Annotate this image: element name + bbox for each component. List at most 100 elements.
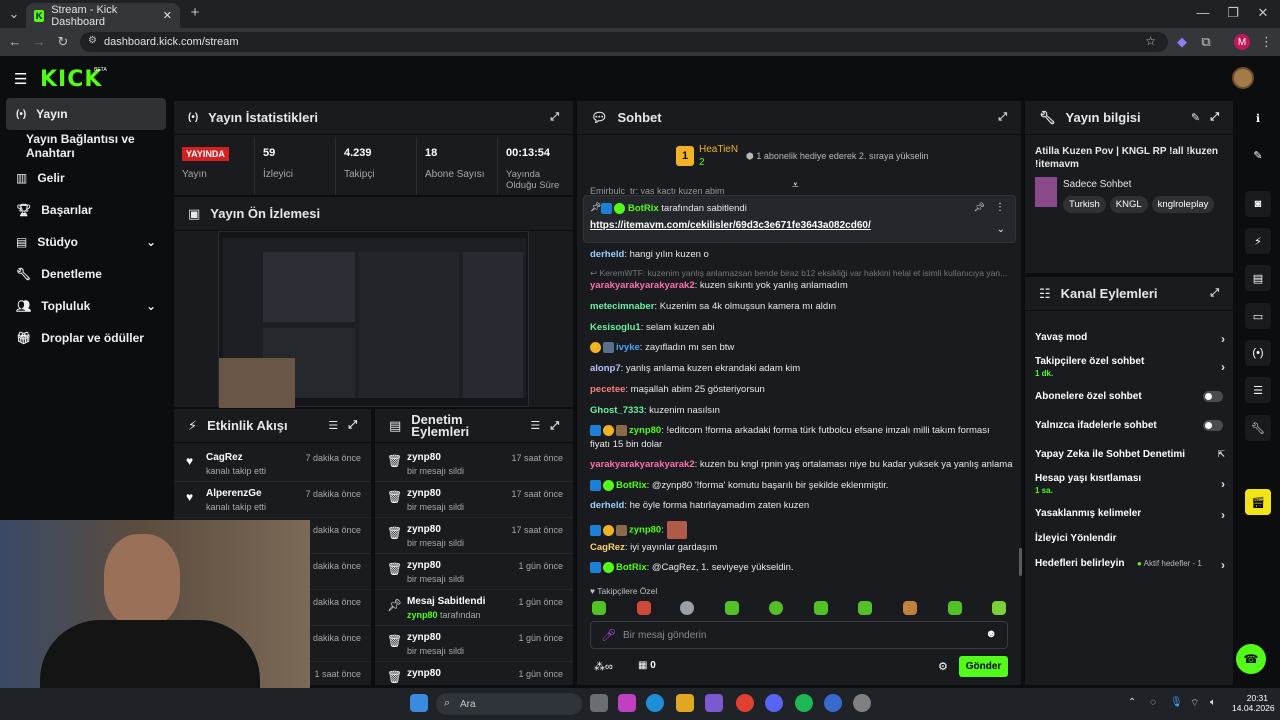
slow-mode-row[interactable]: Yavaş mod › bbox=[1035, 332, 1225, 346]
sidebar-item-stream-key[interactable]: Yayın Bağlantısı ve Anahtarı bbox=[6, 130, 166, 162]
task-view-icon[interactable] bbox=[590, 694, 608, 712]
microphone-icon[interactable]: 🎤︎ bbox=[601, 628, 616, 642]
unpin-icon[interactable]: 📌︎ bbox=[974, 202, 985, 213]
preview-video[interactable] bbox=[218, 231, 529, 408]
emote-button[interactable] bbox=[992, 601, 1006, 615]
tab-search-icon[interactable]: ⌄ bbox=[8, 7, 20, 21]
chat-message[interactable]: alonp7: yanlış anlama kuzen ekrandaki ad… bbox=[590, 363, 800, 374]
chat-message[interactable]: yarakyarakyarakyarak2: kuzen bu kngl rpn… bbox=[590, 459, 1013, 470]
expand-icon[interactable]: ⤢ bbox=[998, 111, 1007, 124]
tag[interactable]: knglroleplay bbox=[1151, 196, 1215, 213]
emote-button[interactable] bbox=[725, 601, 739, 615]
chat-message[interactable]: BotRix: @CagRez, 1. seviyeye yükseldin. bbox=[590, 562, 794, 573]
camera-focus-icon[interactable]: ◙ bbox=[1245, 191, 1271, 217]
minimize-icon[interactable]: — bbox=[1196, 6, 1210, 20]
sidebar-item-moderation[interactable]: 🔧︎ Denetleme bbox=[6, 258, 166, 290]
chat-user[interactable]: yarakyarakyarakyarak2 bbox=[590, 280, 695, 291]
chat-user[interactable]: CagRez bbox=[590, 542, 625, 553]
chat-message[interactable]: BotRix: @zynp80 '!forma' komutu başarılı… bbox=[590, 480, 889, 491]
spotify-icon[interactable] bbox=[795, 694, 813, 712]
chat-message[interactable]: pecetee: maşallah abim 25 gösteriyorsun bbox=[590, 384, 765, 395]
category-name[interactable]: Sadece Sohbet bbox=[1063, 179, 1131, 190]
more-options-icon[interactable]: ⋮ bbox=[995, 202, 1005, 213]
list-item[interactable]: 🗑︎ zynp80 bir mesajı sildi 17 saat önce bbox=[375, 518, 573, 554]
chat-user[interactable]: yarakyarakyarakyarak2 bbox=[590, 459, 695, 470]
chat-user[interactable]: Kesisoglu1 bbox=[590, 322, 641, 333]
sidebar-item-drops[interactable]: 🎁︎ Droplar ve ödüller bbox=[6, 322, 166, 354]
bookmark-star-icon[interactable]: ☆ bbox=[1145, 34, 1156, 48]
document-icon[interactable]: ▤ bbox=[1245, 265, 1271, 291]
tag[interactable]: Turkish bbox=[1063, 196, 1106, 213]
new-tab-icon[interactable]: + bbox=[188, 5, 202, 20]
reload-icon[interactable]: ↻ bbox=[56, 35, 70, 49]
wrench-icon[interactable]: 🔧︎ bbox=[1245, 415, 1271, 441]
chat-message[interactable]: derheld: hangi yılın kuzen o bbox=[590, 249, 709, 260]
sidebar-item-revenue[interactable]: ▥ Gelir bbox=[6, 162, 166, 194]
browser-menu-icon[interactable]: ⋮ bbox=[1260, 35, 1273, 49]
emotes-only-toggle[interactable] bbox=[1203, 420, 1223, 431]
chat-scrollbar[interactable] bbox=[1019, 548, 1022, 576]
chat-settings-icon[interactable]: ⚙ bbox=[938, 660, 948, 673]
expand-icon[interactable]: ⤢ bbox=[550, 111, 559, 124]
gift-user[interactable]: HeaTieN bbox=[699, 144, 738, 155]
raid-row[interactable]: İzleyici Yönlendir bbox=[1035, 533, 1225, 544]
emote-button[interactable] bbox=[592, 601, 606, 615]
taskbar-search[interactable]: ⌕ Ara bbox=[436, 693, 582, 715]
account-age-row[interactable]: Hesap yaşı kısıtlaması 1 sa. › bbox=[1035, 473, 1225, 495]
emote-button[interactable] bbox=[858, 601, 872, 615]
back-icon[interactable]: ← bbox=[8, 35, 22, 49]
edit-icon[interactable]: ✎ bbox=[1245, 142, 1271, 168]
url-field[interactable]: ⚙ dashboard.kick.com/stream ☆ bbox=[80, 32, 1168, 52]
subscribers-only-toggle[interactable] bbox=[1203, 391, 1223, 402]
chat-user[interactable]: alonp7 bbox=[590, 363, 621, 374]
list-item[interactable]: 🗑︎ zynp80 bir mesajı sildi 1 gün önce bbox=[375, 626, 573, 662]
sidebar-item-studio[interactable]: ▤ Stüdyo ⌄ bbox=[6, 226, 166, 258]
chat-message[interactable]: CagRez: iyi yayınlar gardaşım bbox=[590, 542, 717, 553]
chat-message[interactable]: Kesisoglu1: selam kuzen abi bbox=[590, 322, 715, 333]
chat-message[interactable]: derheld: he öyle forma hatırlayamadım za… bbox=[590, 500, 809, 511]
sidebar-item-community[interactable]: 👥︎ Topluluk ⌄ bbox=[6, 290, 166, 322]
extensions-puzzle-icon[interactable]: ⧉ bbox=[1198, 35, 1214, 49]
expand-icon[interactable]: ⤢ bbox=[1210, 111, 1219, 124]
volume-icon[interactable]: 🔈︎ bbox=[1210, 697, 1216, 708]
followers-only-row[interactable]: Takipçilere özel sohbet 1 dk. › bbox=[1035, 356, 1225, 378]
chat-message[interactable]: metecimnaber: Kuzenim sa 4k olmuşsun kam… bbox=[590, 301, 836, 312]
channel-points[interactable]: ▦ 0 bbox=[638, 660, 656, 671]
mic-tray-icon[interactable]: 🎙︎ bbox=[1170, 697, 1183, 708]
tab-close-icon[interactable]: ✕ bbox=[163, 9, 172, 22]
list-item[interactable]: ♥ AlperenzGe kanalı takip etti 7 dakika … bbox=[174, 482, 371, 518]
windows-start-icon[interactable] bbox=[410, 694, 428, 712]
chat-user[interactable]: BotRix bbox=[616, 562, 647, 573]
chat-message[interactable]: zynp80: bbox=[590, 521, 687, 539]
info-icon[interactable]: ℹ bbox=[1245, 105, 1271, 131]
user-avatar[interactable] bbox=[1232, 67, 1254, 89]
collapse-icon[interactable]: ⩡ bbox=[792, 178, 799, 193]
chat-message[interactable]: Ghost_7333: kuzenim nasılsın bbox=[590, 405, 720, 416]
clapper-icon[interactable]: 🎬︎ bbox=[1245, 489, 1271, 515]
chat-user[interactable]: zynp80 bbox=[629, 425, 661, 436]
list-item[interactable]: ♥ CagRez kanalı takip etti 7 dakika önce bbox=[174, 446, 371, 482]
network-icon[interactable]: ◌ bbox=[1150, 697, 1156, 708]
chevron-down-icon[interactable]: ⌄ bbox=[997, 224, 1005, 235]
emote-button[interactable] bbox=[637, 601, 651, 615]
chat-user[interactable]: ivyke bbox=[616, 342, 640, 353]
chat-user[interactable]: zynp80 bbox=[629, 525, 661, 536]
app-icon[interactable] bbox=[824, 694, 842, 712]
list-item[interactable]: 🗑︎ zynp80 bir mesajı sildi 1 gün önce bbox=[375, 554, 573, 590]
category-thumbnail[interactable] bbox=[1035, 177, 1057, 207]
emote-button[interactable] bbox=[769, 601, 783, 615]
chat-bubble-icon[interactable]: ▭ bbox=[1245, 303, 1271, 329]
extension-icon[interactable]: ◆ bbox=[1174, 35, 1190, 49]
ai-moderation-row[interactable]: Yapay Zeka ile Sohbet Denetimi ⇱ bbox=[1035, 449, 1225, 460]
site-info-icon[interactable]: ⚙ bbox=[88, 35, 97, 46]
goals-row[interactable]: Hedefleri belirleyin ● Aktif hedefler - 1… bbox=[1035, 558, 1225, 572]
send-button[interactable]: Gönder bbox=[959, 656, 1008, 677]
points-icon[interactable]: ⁂∞ bbox=[594, 660, 613, 673]
copilot-icon[interactable] bbox=[618, 694, 636, 712]
list-item[interactable]: 📌︎ Mesaj Sabitlendi zynp80 tarafından 1 … bbox=[375, 590, 573, 626]
emote-button[interactable] bbox=[814, 601, 828, 615]
sidebar-item-stream[interactable]: (•) Yayın bbox=[6, 98, 166, 130]
sidebar-item-achievements[interactable]: 🏆︎ Başarılar bbox=[6, 194, 166, 226]
list-icon[interactable]: ☰ bbox=[1245, 377, 1271, 403]
expand-icon[interactable]: ⤢ bbox=[1210, 287, 1219, 300]
